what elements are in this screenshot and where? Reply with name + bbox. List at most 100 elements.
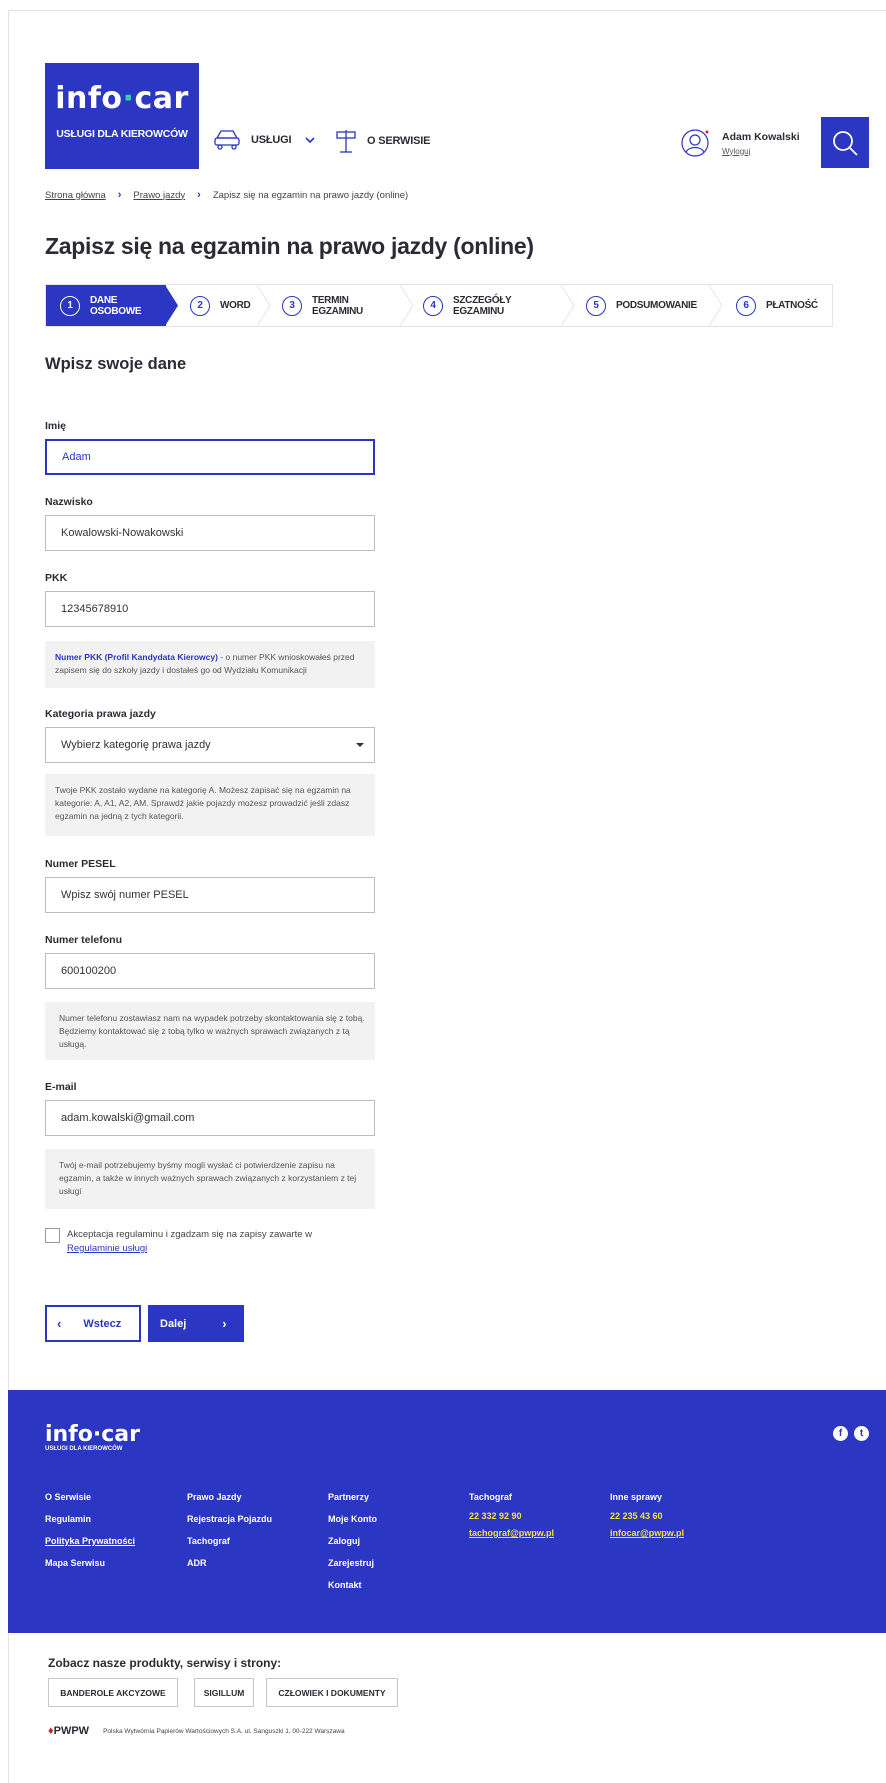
phone-input[interactable]: 600100200 (45, 953, 375, 989)
nav-about-label: O SERWISIE (367, 135, 431, 147)
social-links: f t (833, 1426, 869, 1441)
logo-subtitle: USŁUGI DLA KIEROWCÓW (56, 128, 188, 140)
pwpw-address: Polska Wytwórnia Papierów Wartościowych … (103, 1727, 345, 1735)
logo-word-a: info (55, 81, 123, 116)
footer-link[interactable]: Polityka Prywatności (45, 1530, 135, 1552)
site-logo[interactable]: info·car USŁUGI DLA KIEROWCÓW (45, 63, 199, 169)
footer-link[interactable]: O Serwisie (45, 1486, 135, 1508)
footer-contact-title: Tachograf (469, 1492, 512, 1502)
breadcrumb-driving-license[interactable]: Prawo jazdy (133, 190, 185, 201)
category-hint: Twoje PKK zostało wydane na kategorię A.… (45, 774, 375, 836)
terms-link[interactable]: Regulaminie usługi (67, 1243, 147, 1254)
pwpw-logo-text: PWPW (53, 1725, 90, 1737)
step-exam-details[interactable]: 4 SZCZEGÓŁY EGZAMINU (401, 285, 575, 326)
step-number: 6 (736, 295, 756, 316)
footer-link[interactable]: Mapa Serwisu (45, 1552, 135, 1574)
chevron-left-icon: ‹ (57, 1316, 62, 1331)
footer-email-link[interactable]: tachograf@pwpw.pl (469, 1525, 554, 1542)
footer-link[interactable]: Tachograf (187, 1530, 272, 1552)
footer-link[interactable]: Zaloguj (328, 1530, 377, 1552)
footer-link[interactable]: Zarejestruj (328, 1552, 377, 1574)
facebook-icon[interactable]: f (833, 1426, 848, 1441)
car-service-icon (214, 130, 240, 150)
footer-email-link[interactable]: infocar@pwpw.pl (610, 1525, 684, 1542)
email-input[interactable]: adam.kowalski@gmail.com (45, 1100, 375, 1136)
footer-link[interactable]: Rejestracja Pojazdu (187, 1508, 272, 1530)
product-button[interactable]: CZŁOWIEK I DOKUMENTY (266, 1678, 398, 1707)
user-avatar-icon (681, 129, 709, 157)
nav-services-label: USŁUGI (251, 134, 292, 146)
pwpw-logo[interactable]: ♦PWPW (48, 1725, 89, 1737)
first-name-label: Imię (45, 420, 67, 432)
footer-phone[interactable]: 22 235 43 60 (610, 1508, 684, 1525)
section-title: Wpisz swoje dane (45, 355, 187, 373)
nav-services[interactable]: USŁUGI (213, 128, 315, 152)
step-number: 1 (60, 295, 80, 316)
footer-link[interactable]: Regulamin (45, 1508, 135, 1530)
footer-col-3: Partnerzy Moje Konto Zaloguj Zarejestruj… (328, 1486, 377, 1596)
footer-link[interactable]: Partnerzy (328, 1486, 377, 1508)
first-name-input[interactable]: Adam (45, 439, 375, 475)
user-name: Adam Kowalski (722, 130, 800, 143)
step-personal-data[interactable]: 1 DANE OSOBOWE (46, 285, 178, 326)
signpost-icon (336, 130, 356, 153)
step-word[interactable]: 2 WORD (166, 285, 271, 326)
footer-col-1: O Serwisie Regulamin Polityka Prywatnośc… (45, 1486, 135, 1574)
nav-about[interactable]: O SERWISIE (335, 128, 430, 154)
terms-checkbox[interactable] (45, 1228, 60, 1243)
pkk-hint-bold: Numer PKK (Profil Kandydata Kierowcy) (55, 652, 218, 662)
progress-stepper: 1 DANE OSOBOWE 2 WORD 3 TERMIN EGZAMINU … (45, 284, 833, 327)
footer-phone[interactable]: 22 332 92 90 (469, 1508, 554, 1525)
breadcrumb-home[interactable]: Strona główna (45, 190, 106, 201)
footer-link[interactable]: ADR (187, 1552, 272, 1574)
pesel-input[interactable]: Wpisz swój numer PESEL (45, 877, 375, 913)
step-label: DANE OSOBOWE (90, 294, 142, 317)
step-number: 4 (423, 295, 443, 316)
footer-logo-word-b: car (101, 1422, 140, 1447)
step-label: PŁATNOŚĆ (766, 300, 818, 311)
next-button[interactable]: Dalej › (148, 1305, 244, 1342)
search-button[interactable] (821, 117, 869, 168)
category-select-value: Wybierz kategorię prawa jazdy (61, 739, 211, 751)
logout-link[interactable]: Wyloguj (722, 147, 800, 156)
terms-label: Akceptacja regulaminu i zgadzam się na z… (67, 1228, 327, 1256)
email-label: E-mail (45, 1081, 77, 1093)
back-button[interactable]: ‹ Wstecz (45, 1305, 141, 1342)
step-payment[interactable]: 6 PŁATNOŚĆ (710, 285, 832, 326)
phone-hint: Numer telefonu zostawiasz nam na wypadek… (45, 1002, 375, 1060)
chevron-down-icon (305, 137, 315, 144)
products-title: Zobacz nasze produkty, serwisy i strony: (48, 1656, 282, 1670)
product-button[interactable]: SIGILLUM (194, 1678, 254, 1707)
pkk-label: PKK (45, 572, 68, 584)
pkk-hint: Numer PKK (Profil Kandydata Kierowcy) - … (45, 641, 375, 688)
last-name-input[interactable]: Kowalowski-Nowakowski (45, 515, 375, 551)
footer-logo[interactable]: info·car (45, 1422, 140, 1447)
footer-col-other: Inne sprawy 22 235 43 60 infocar@pwpw.pl (610, 1486, 684, 1542)
footer-contact-title: Inne sprawy (610, 1492, 663, 1502)
breadcrumb-separator-icon: › (197, 189, 201, 201)
footer-logo-word-a: info (45, 1422, 93, 1447)
footer-link[interactable]: Kontakt (328, 1574, 377, 1596)
breadcrumb-current: Zapisz się na egzamin na prawo jazdy (on… (212, 189, 409, 201)
phone-label: Numer telefonu (45, 934, 123, 946)
email-hint: Twój e-mail potrzebujemy byśmy mogli wys… (45, 1149, 375, 1209)
user-account[interactable]: Adam Kowalski Wyloguj (680, 128, 800, 158)
category-select[interactable]: Wybierz kategorię prawa jazdy (45, 727, 375, 763)
pkk-input[interactable]: 12345678910 (45, 591, 375, 627)
step-number: 3 (282, 295, 302, 316)
pesel-label: Numer PESEL (45, 858, 116, 870)
step-exam-date[interactable]: 3 TERMIN EGZAMINU (258, 285, 414, 326)
footer: info·car USŁUGI DLA KIEROWCÓW f t O Serw… (8, 1390, 886, 1633)
twitter-icon[interactable]: t (854, 1426, 869, 1441)
step-summary[interactable]: 5 PODSUMOWANIE (562, 285, 723, 326)
step-number: 5 (586, 295, 606, 316)
step-label: PODSUMOWANIE (616, 300, 697, 311)
product-button[interactable]: BANDEROLE AKCYZOWE (48, 1678, 178, 1707)
chevron-right-icon: › (222, 1316, 227, 1331)
footer-col-tachograph: Tachograf 22 332 92 90 tachograf@pwpw.pl (469, 1486, 554, 1542)
pwpw-info: ♦PWPW Polska Wytwórnia Papierów Wartości… (48, 1725, 345, 1737)
search-icon (833, 130, 858, 156)
back-button-label: Wstecz (83, 1317, 122, 1330)
footer-link[interactable]: Prawo Jazdy (187, 1486, 272, 1508)
footer-link[interactable]: Moje Konto (328, 1508, 377, 1530)
